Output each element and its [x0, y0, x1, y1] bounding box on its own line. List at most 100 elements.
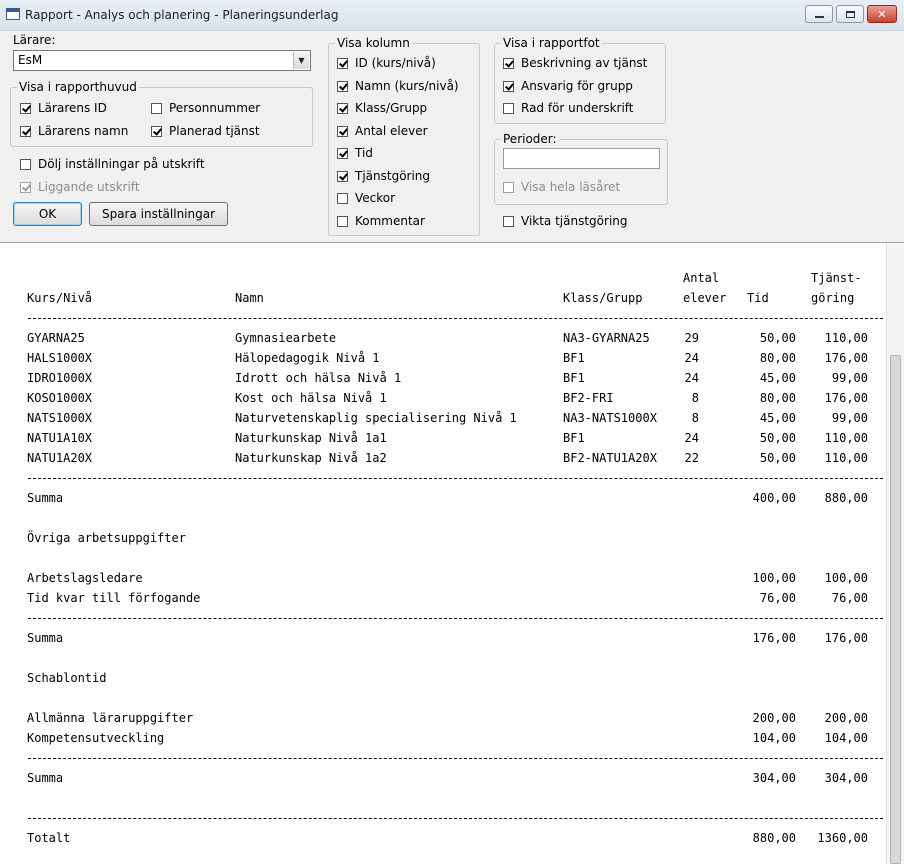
row-count: 29: [684, 331, 699, 345]
scrollbar-thumb[interactable]: [890, 355, 901, 864]
checkbox-box: [503, 181, 514, 193]
checkbox-column-class-group[interactable]: Klass/Grupp: [337, 100, 427, 116]
checkbox-planned-service[interactable]: Planerad tjänst: [151, 123, 260, 139]
checkbox-box[interactable]: [337, 170, 348, 182]
checkbox-label: Visa hela läsåret: [521, 180, 621, 194]
checkbox-label: Liggande utskrift: [38, 180, 140, 194]
header-group: Klass/Grupp: [563, 291, 643, 305]
checkbox-box[interactable]: [337, 57, 348, 69]
checkbox-label: ID (kurs/nivå): [355, 56, 436, 70]
checkbox-hide-settings[interactable]: Dölj inställningar på utskrift: [20, 156, 205, 172]
teacher-label: Lärare:: [13, 33, 56, 47]
row-time: 45,00: [759, 371, 796, 385]
vertical-scrollbar[interactable]: [886, 243, 904, 864]
checkbox-teacher-name[interactable]: Lärarens namn: [20, 123, 128, 139]
other-row-label: Arbetslagsledare: [27, 571, 143, 585]
checkbox-column-service[interactable]: Tjänstgöring: [337, 168, 430, 184]
checkbox-column-time[interactable]: Tid: [337, 145, 373, 161]
periods-input[interactable]: [503, 148, 660, 169]
app-window-icon: [6, 8, 20, 20]
sum-courses-label: Summa: [27, 491, 64, 505]
row-name: Kost och hälsa Nivå 1: [235, 391, 387, 405]
checkbox-box[interactable]: [503, 80, 514, 92]
columns-group: Visa kolumn: [328, 36, 480, 236]
template-row-time: 200,00: [752, 711, 796, 725]
checkbox-box[interactable]: [20, 102, 31, 114]
checkbox-box[interactable]: [337, 125, 348, 137]
checkbox-box[interactable]: [151, 102, 162, 114]
row-service: 99,00: [831, 411, 868, 425]
checkbox-weight-service[interactable]: Vikta tjänstgöring: [503, 213, 628, 229]
close-icon: ✕: [877, 7, 887, 21]
checkbox-box[interactable]: [503, 215, 514, 227]
row-group: BF2-NATU1A20X: [563, 451, 657, 465]
row-name: Naturkunskap Nivå 1a2: [235, 451, 387, 465]
row-group: BF1: [563, 431, 585, 445]
checkbox-box[interactable]: [337, 147, 348, 159]
total-time: 880,00: [752, 831, 796, 845]
teacher-select-value: EsM: [18, 53, 43, 67]
sum-template-time: 304,00: [752, 771, 796, 785]
checkbox-service-description[interactable]: Beskrivning av tjänst: [503, 55, 647, 71]
row-service: 176,00: [824, 351, 868, 365]
total-label: Totalt: [27, 831, 71, 845]
header-count-line2: elever: [683, 291, 727, 305]
row-service: 110,00: [824, 451, 868, 465]
row-count: 24: [684, 431, 699, 445]
checkbox-box[interactable]: [337, 80, 348, 92]
checkbox-label: Rad för underskrift: [521, 101, 634, 115]
checkbox-box[interactable]: [503, 57, 514, 69]
checkbox-landscape: Liggande utskrift: [20, 179, 140, 195]
title-bar: Rapport - Analys och planering - Planeri…: [0, 0, 904, 31]
footer-options-title: Visa i rapportfot: [501, 36, 602, 50]
chevron-down-icon[interactable]: ▼: [293, 52, 309, 69]
row-course: GYARNA25: [27, 331, 85, 345]
maximize-button[interactable]: [836, 5, 864, 23]
report-separator: [28, 318, 883, 319]
row-course: IDRO1000X: [27, 371, 93, 385]
other-row-time: 76,00: [759, 591, 796, 605]
sum-courses-time: 400,00: [752, 491, 796, 505]
checkbox-column-name[interactable]: Namn (kurs/nivå): [337, 78, 459, 94]
other-row-service: 100,00: [824, 571, 868, 585]
checkbox-signature-row[interactable]: Rad för underskrift: [503, 100, 634, 116]
checkbox-column-student-count[interactable]: Antal elever: [337, 123, 428, 139]
save-settings-button[interactable]: Spara inställningar: [89, 202, 228, 226]
template-row-label: Kompetensutveckling: [27, 731, 165, 745]
checkbox-label: Tid: [355, 146, 373, 160]
checkbox-column-id[interactable]: ID (kurs/nivå): [337, 55, 436, 71]
maximize-icon: [845, 10, 855, 18]
checkbox-box[interactable]: [337, 102, 348, 114]
row-time: 50,00: [759, 331, 796, 345]
checkbox-group-responsible[interactable]: Ansvarig för grupp: [503, 78, 633, 94]
row-time: 50,00: [759, 431, 796, 445]
minimize-button[interactable]: [805, 5, 833, 23]
checkbox-label: Kommentar: [355, 214, 425, 228]
checkbox-box[interactable]: [20, 158, 31, 170]
checkbox-box[interactable]: [337, 215, 348, 227]
minimize-icon: [814, 16, 824, 18]
checkbox-box[interactable]: [151, 125, 162, 137]
checkbox-label: Namn (kurs/nivå): [355, 79, 459, 93]
ok-button[interactable]: OK: [13, 202, 82, 226]
row-service: 110,00: [824, 331, 868, 345]
checkbox-column-weeks[interactable]: Veckor: [337, 190, 395, 206]
row-course: NATU1A10X: [27, 431, 93, 445]
other-row-time: 100,00: [752, 571, 796, 585]
row-service: 99,00: [831, 371, 868, 385]
checkbox-box[interactable]: [20, 125, 31, 137]
checkbox-box[interactable]: [503, 102, 514, 114]
checkbox-teacher-id[interactable]: Lärarens ID: [20, 100, 107, 116]
row-group: BF1: [563, 371, 585, 385]
close-button[interactable]: ✕: [867, 5, 897, 23]
row-name: Idrott och hälsa Nivå 1: [235, 371, 402, 385]
other-row-service: 76,00: [831, 591, 868, 605]
section-other-title: Övriga arbetsuppgifter: [27, 531, 186, 545]
checkbox-personal-number[interactable]: Personnummer: [151, 100, 260, 116]
columns-group-title: Visa kolumn: [335, 36, 412, 50]
checkbox-label: Planerad tjänst: [169, 124, 260, 138]
teacher-select[interactable]: EsM ▼: [13, 50, 311, 71]
checkbox-box[interactable]: [337, 192, 348, 204]
template-row-time: 104,00: [752, 731, 796, 745]
checkbox-column-comment[interactable]: Kommentar: [337, 213, 425, 229]
